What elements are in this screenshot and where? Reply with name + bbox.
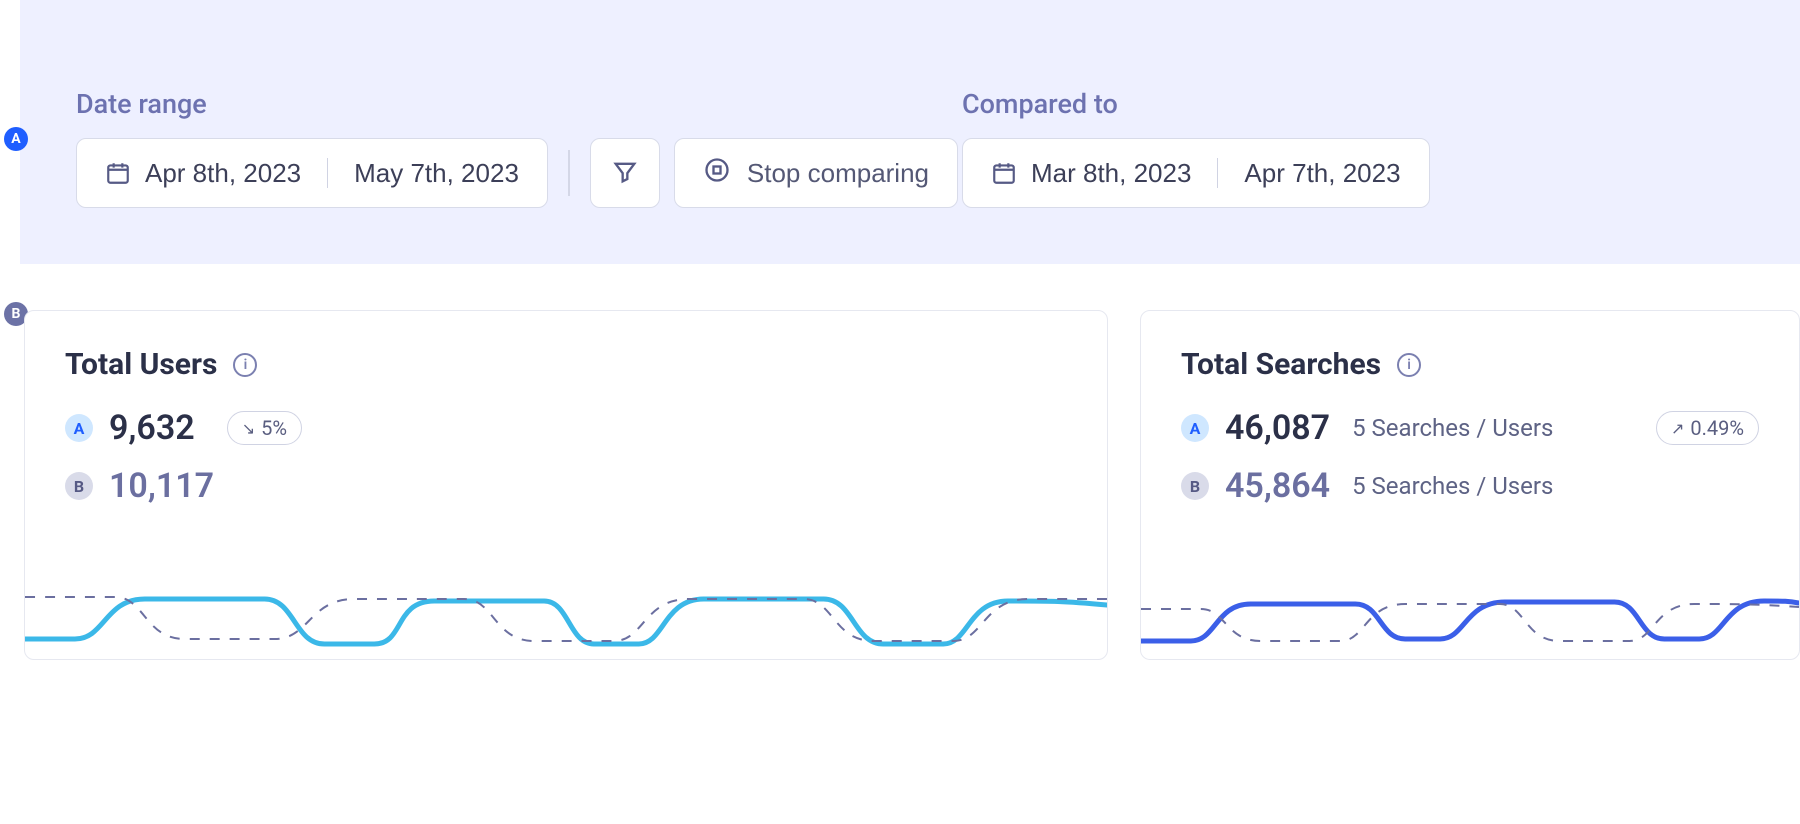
stop-comparing-label: Stop comparing <box>747 158 929 189</box>
users-delta-badge: ↘ 5% <box>227 411 302 445</box>
date-range-block: Date range Apr 8th, 2023 May 7th, 2023 <box>76 88 958 208</box>
calendar-icon <box>105 160 131 186</box>
total-users-title: Total Users <box>65 347 217 382</box>
filter-icon <box>611 158 639 189</box>
series-badge-a: A <box>65 414 93 442</box>
users-value-a: 9,632 <box>109 408 195 448</box>
searches-sub-a: 5 Searches / Users <box>1352 414 1553 442</box>
users-delta-value: 5% <box>261 416 287 440</box>
date-range-end: May 7th, 2023 <box>354 158 519 189</box>
compared-to-label: Compared to <box>962 88 1430 120</box>
arrow-down-right-icon: ↘ <box>242 419 255 438</box>
compare-controls-panel: A B Date range Apr 8th, 2023 May 7th, 20… <box>20 0 1800 264</box>
date-range-start: Apr 8th, 2023 <box>145 158 301 189</box>
stop-comparing-button[interactable]: Stop comparing <box>674 138 958 208</box>
searches-value-a: 46,087 <box>1225 408 1330 448</box>
users-metric-a: A 9,632 ↘ 5% <box>65 408 1067 448</box>
arrow-up-right-icon: ↗ <box>1671 419 1684 438</box>
searches-sparkline <box>1141 569 1799 659</box>
series-badge-b: B <box>65 472 93 500</box>
filter-button[interactable] <box>590 138 660 208</box>
searches-sub-b: 5 Searches / Users <box>1352 472 1553 500</box>
total-searches-card: Total Searches i A 46,087 5 Searches / U… <box>1140 310 1800 660</box>
date-range-label: Date range <box>76 88 958 120</box>
users-value-b: 10,117 <box>109 466 214 506</box>
searches-delta-badge: ↗ 0.49% <box>1656 411 1759 445</box>
compared-to-start: Mar 8th, 2023 <box>1031 158 1191 189</box>
users-metric-b: B 10,117 <box>65 466 1067 506</box>
date-range-picker[interactable]: Apr 8th, 2023 May 7th, 2023 <box>76 138 548 208</box>
searches-delta-value: 0.49% <box>1690 416 1744 440</box>
total-users-card: Total Users i A 9,632 ↘ 5% B 10,117 <box>24 310 1108 660</box>
searches-metric-a: A 46,087 5 Searches / Users ↗ 0.49% <box>1181 408 1759 448</box>
date-separator <box>327 158 328 188</box>
compared-to-date-picker[interactable]: Mar 8th, 2023 Apr 7th, 2023 <box>962 138 1430 208</box>
compared-to-end: Apr 7th, 2023 <box>1244 158 1400 189</box>
info-icon[interactable]: i <box>1397 353 1421 377</box>
info-icon[interactable]: i <box>233 353 257 377</box>
series-badge-a: A <box>1181 414 1209 442</box>
stop-icon <box>703 156 731 191</box>
date-separator <box>1217 158 1218 188</box>
vertical-separator <box>568 150 570 196</box>
series-marker-a: A <box>4 127 28 151</box>
calendar-icon <box>991 160 1017 186</box>
compared-to-block: Compared to Mar 8th, 2023 Apr 7th, 2023 <box>962 88 1430 208</box>
searches-metric-b: B 45,864 5 Searches / Users <box>1181 466 1759 506</box>
total-searches-title: Total Searches <box>1181 347 1381 382</box>
users-sparkline <box>25 569 1107 659</box>
searches-value-b: 45,864 <box>1225 466 1330 506</box>
metrics-cards-row: Total Users i A 9,632 ↘ 5% B 10,117 Tota… <box>0 264 1800 660</box>
series-badge-b: B <box>1181 472 1209 500</box>
